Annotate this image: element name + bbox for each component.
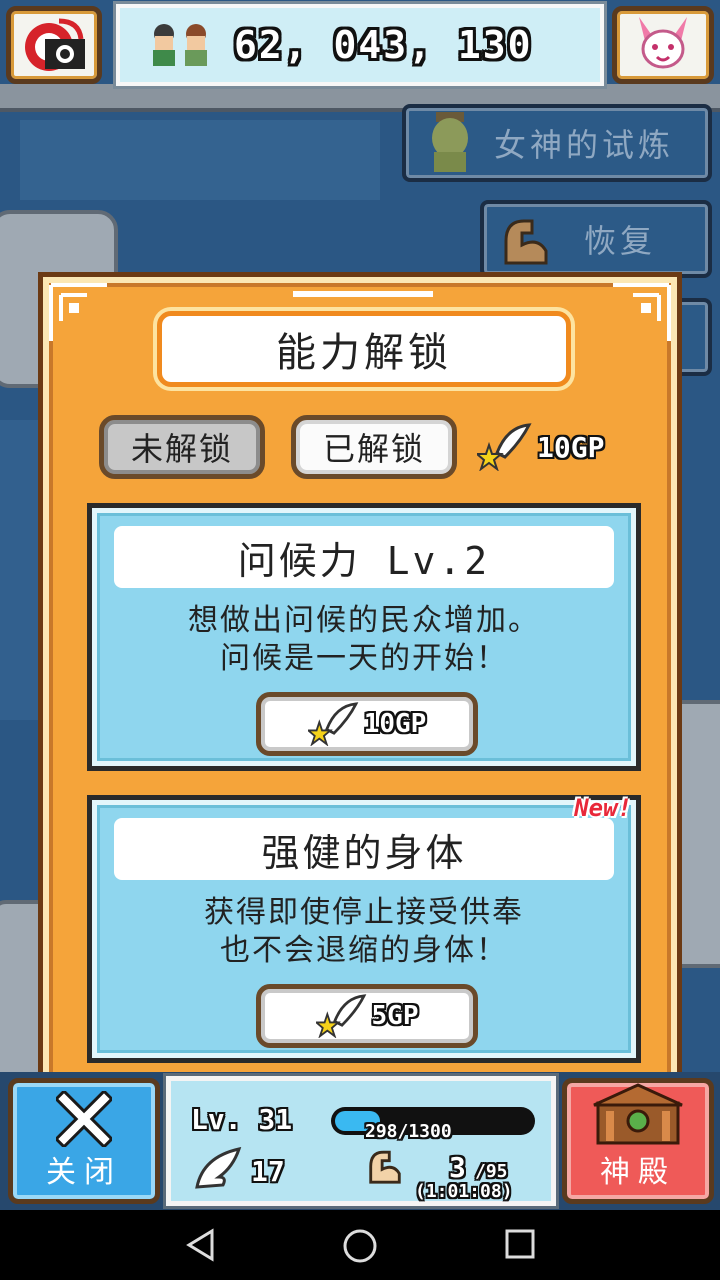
description-line: 想做出问候的民众增加。 <box>188 603 540 638</box>
gp-balance-value: 10GP <box>537 430 605 464</box>
dialog-title: 能力解锁 <box>157 311 571 387</box>
home-icon[interactable] <box>342 1228 378 1264</box>
close-icon <box>56 1091 112 1147</box>
side-tab-goddess-trial[interactable]: 女神的试炼 <box>402 104 712 182</box>
tab-unlocked[interactable]: 已解锁 <box>291 415 457 479</box>
player-status: Lv. 31 298/1300 17 3 /95 (1:01:08) <box>163 1073 559 1209</box>
back-icon[interactable] <box>184 1228 218 1262</box>
ability-card: New! 强健的身体 获得即使停止接受供奉 也不会退缩的身体！ 5GP <box>87 794 641 1063</box>
flexed-arm-icon <box>369 1150 401 1184</box>
wings-count: 17 <box>251 1155 285 1188</box>
bottom-hud: 关闭 Lv. 31 298/1300 17 3 /95 (1:01:08) 神殿 <box>0 1072 720 1210</box>
winged-star-icon <box>307 702 359 746</box>
bunny-goddess-icon <box>639 17 687 69</box>
sea-pattern <box>20 120 380 200</box>
unlock-cost-button[interactable]: 5GP <box>256 984 478 1048</box>
close-button[interactable]: 关闭 <box>8 1078 160 1204</box>
goddess-button[interactable] <box>612 6 714 84</box>
side-tab-label: 女神的试炼 <box>494 126 675 164</box>
winged-star-icon <box>477 423 532 471</box>
gp-balance: 10GP <box>477 419 604 475</box>
side-tab-label: 恢复 <box>584 222 657 260</box>
close-label: 关闭 <box>46 1155 122 1190</box>
population-counter: 62, 043, 130 <box>113 1 607 89</box>
ability-card: 问候力 Lv.2 想做出问候的民众增加。 问候是一天的开始！ 10GP <box>87 503 641 771</box>
temple-icon <box>593 1083 683 1145</box>
winged-star-icon <box>315 994 366 1038</box>
ornament-corner-icon <box>49 283 107 341</box>
recents-icon[interactable] <box>504 1228 536 1260</box>
ornament-top <box>293 291 433 297</box>
ability-name: 问候力 Lv.2 <box>114 526 614 588</box>
camera-icon <box>25 18 85 71</box>
description-line: 也不会退缩的身体！ <box>220 933 508 968</box>
temple-button[interactable]: 神殿 <box>562 1078 714 1204</box>
system-nav-bar <box>0 1210 720 1280</box>
ability-unlock-dialog: 能力解锁 未解锁 已解锁 10GP 问候力 Lv.2 想做出问候的民众增加。 问… <box>38 272 682 1092</box>
ability-description: 获得即使停止接受供奉 也不会退缩的身体！ <box>112 894 616 970</box>
goddess-statue-icon <box>432 112 468 172</box>
sea-pattern <box>0 420 40 720</box>
camera-button[interactable] <box>6 6 102 84</box>
ornament-corner-icon <box>613 283 671 341</box>
wing-icon <box>195 1147 242 1189</box>
tab-locked[interactable]: 未解锁 <box>99 415 265 479</box>
description-line: 问候是一天的开始！ <box>220 641 508 676</box>
cost-value: 5GP <box>371 1001 419 1031</box>
ability-description: 想做出问候的民众增加。 问候是一天的开始！ <box>112 602 616 678</box>
stamina-max: /95 <box>475 1161 508 1182</box>
stamina-value: 3 <box>449 1151 466 1184</box>
temple-label: 神殿 <box>600 1155 676 1190</box>
side-tab-recover[interactable]: 恢复 <box>480 200 712 278</box>
description-line: 获得即使停止接受供奉 <box>204 895 524 930</box>
ability-name: 强健的身体 <box>114 818 614 880</box>
stamina-timer: (1:01:08) <box>415 1181 513 1202</box>
xp-text: 298/1300 <box>365 1121 452 1142</box>
people-icon <box>153 24 207 66</box>
level-text: Lv. 31 <box>191 1103 293 1136</box>
population-value: 62, 043, 130 <box>234 23 533 67</box>
cost-value: 10GP <box>363 709 427 739</box>
flexed-arm-icon <box>504 219 548 265</box>
unlock-cost-button[interactable]: 10GP <box>256 692 478 756</box>
